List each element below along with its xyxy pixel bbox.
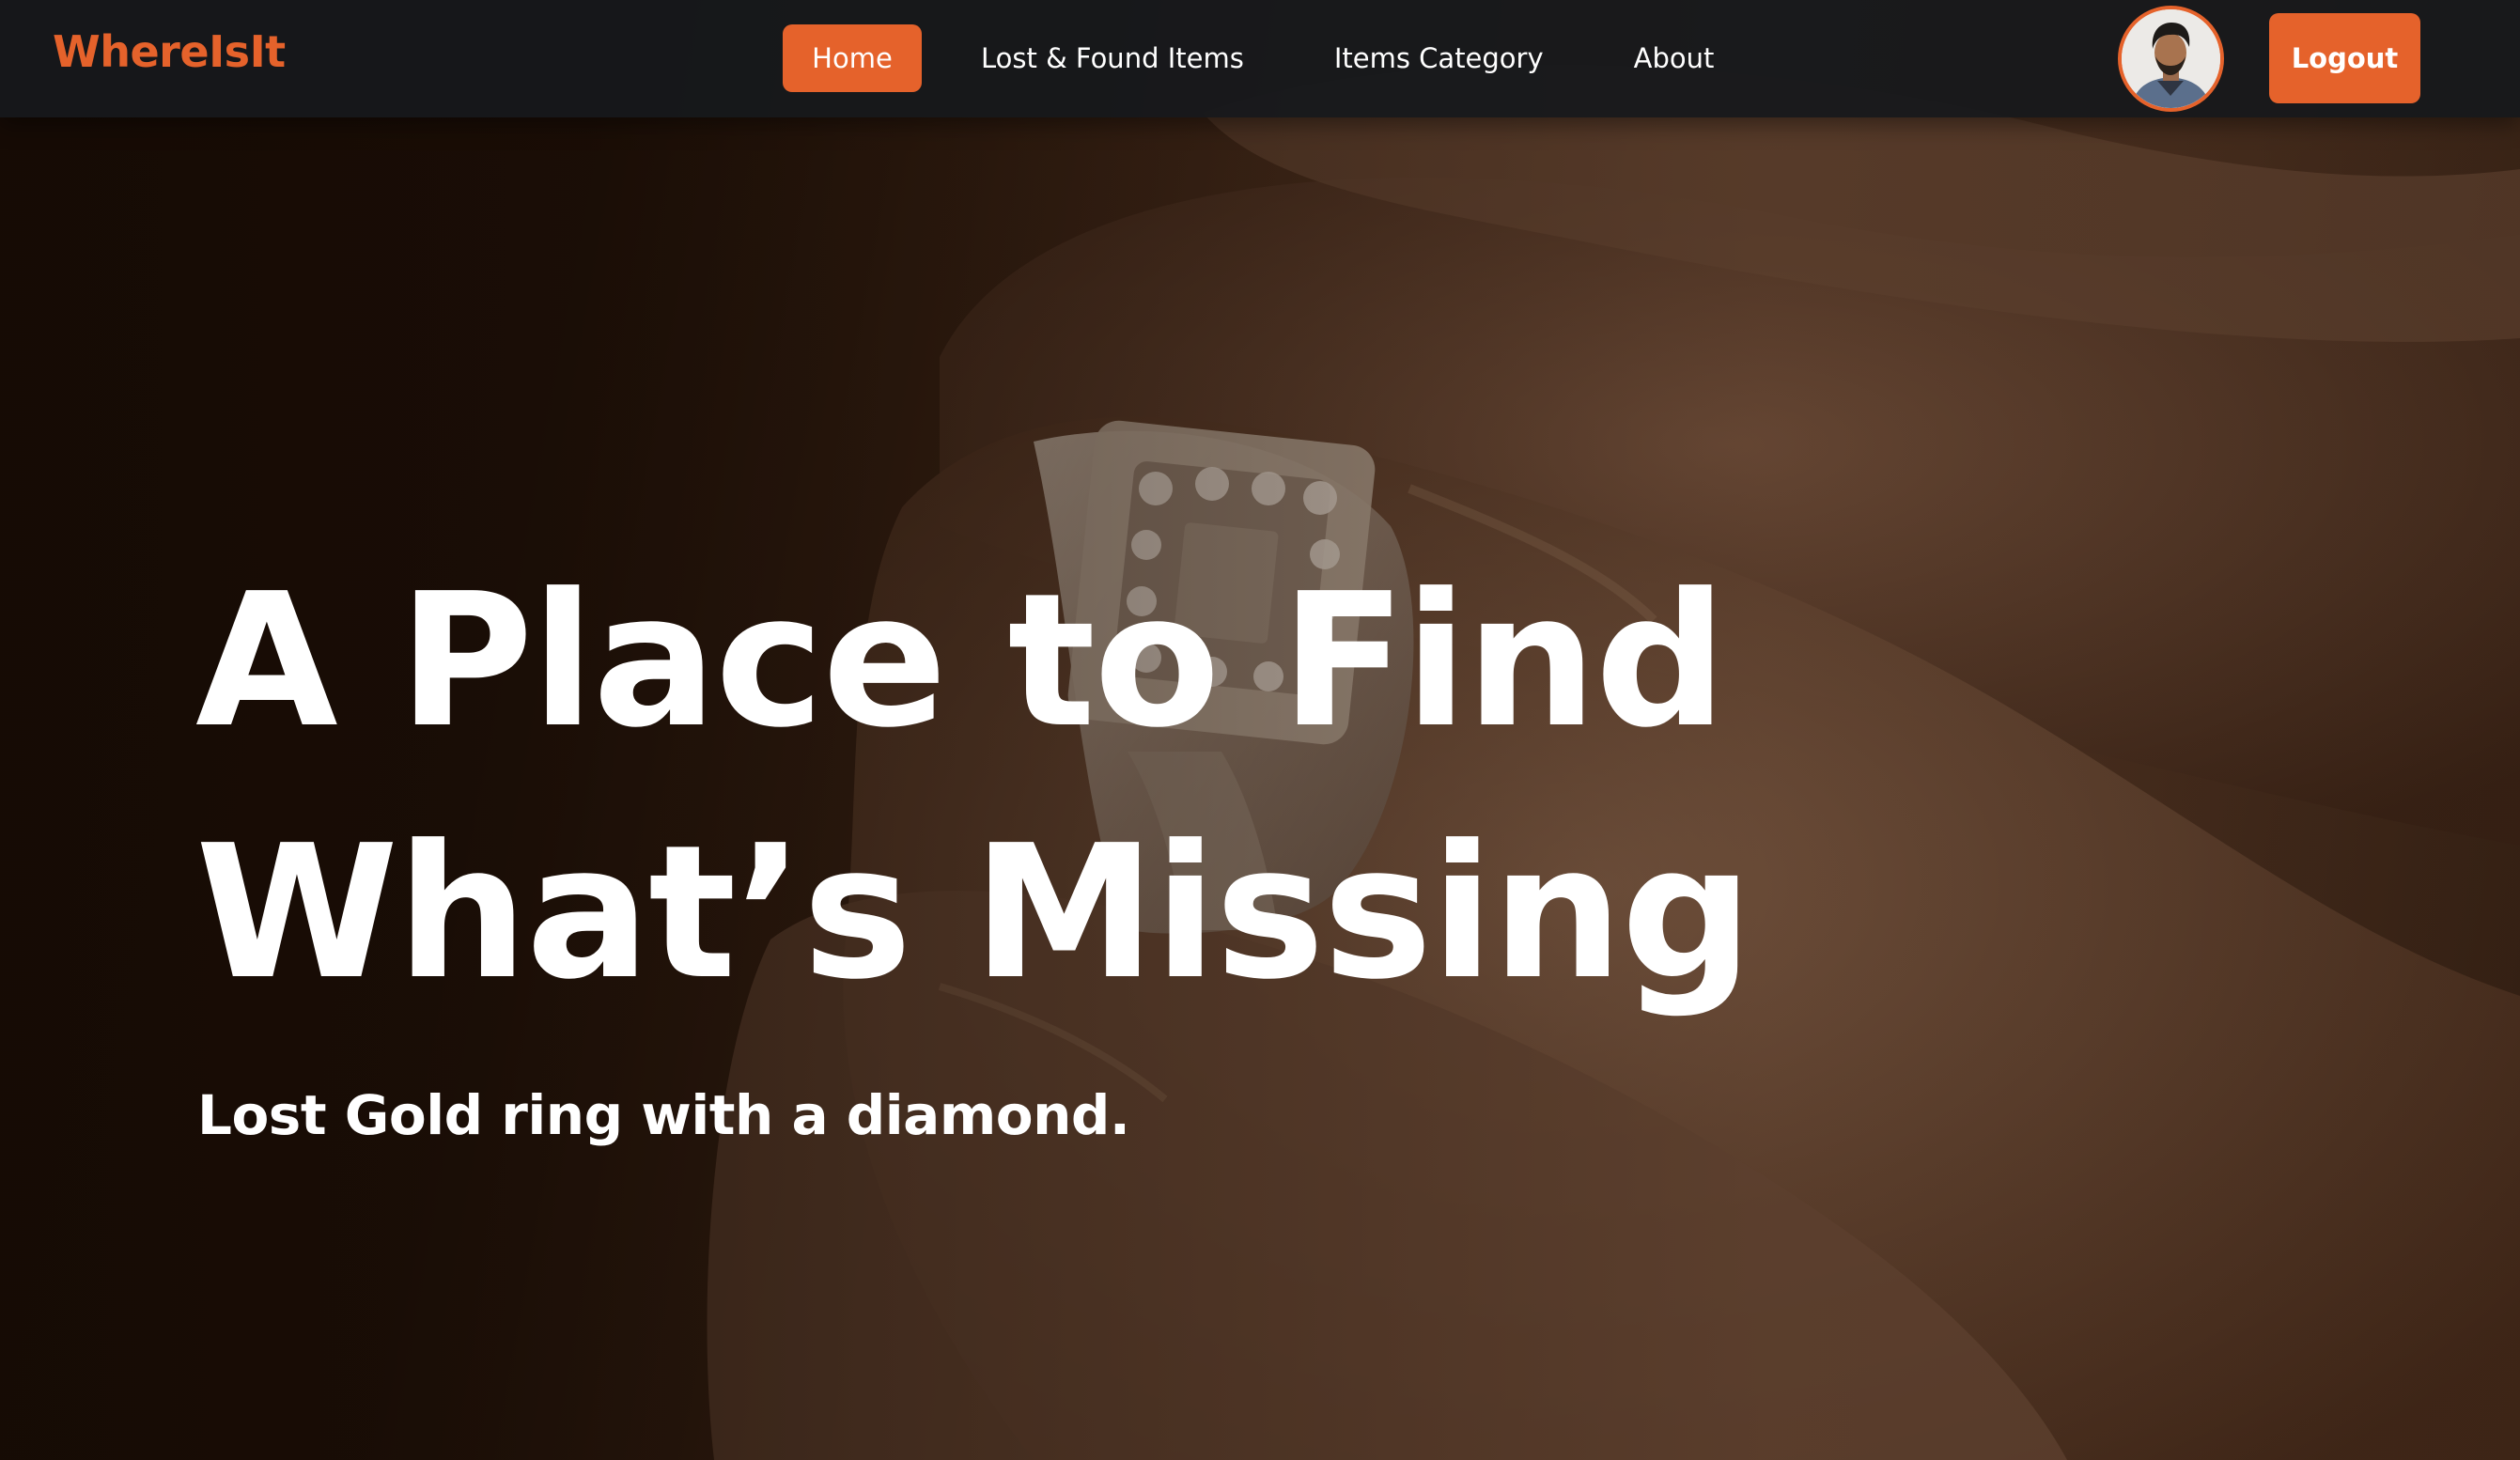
user-avatar-icon [2122,9,2220,108]
nav-links: Home Lost & Found Items Items Category A… [783,24,1773,92]
hero-title: A Place to Find What’s Missing [195,554,1753,1020]
user-avatar[interactable] [2118,6,2224,112]
logout-button[interactable]: Logout [2269,13,2420,103]
nav-item-lost-found-items[interactable]: Lost & Found Items [950,24,1275,92]
brand-logo[interactable]: WhereIsIt [53,26,286,77]
navbar: WhereIsIt Home Lost & Found Items Items … [0,0,2520,117]
nav-item-home[interactable]: Home [783,24,922,92]
nav-item-items-category[interactable]: Items Category [1303,24,1575,92]
nav-item-about[interactable]: About [1603,24,1746,92]
hero-subtitle: Lost Gold ring with a diamond. [197,1083,1130,1147]
